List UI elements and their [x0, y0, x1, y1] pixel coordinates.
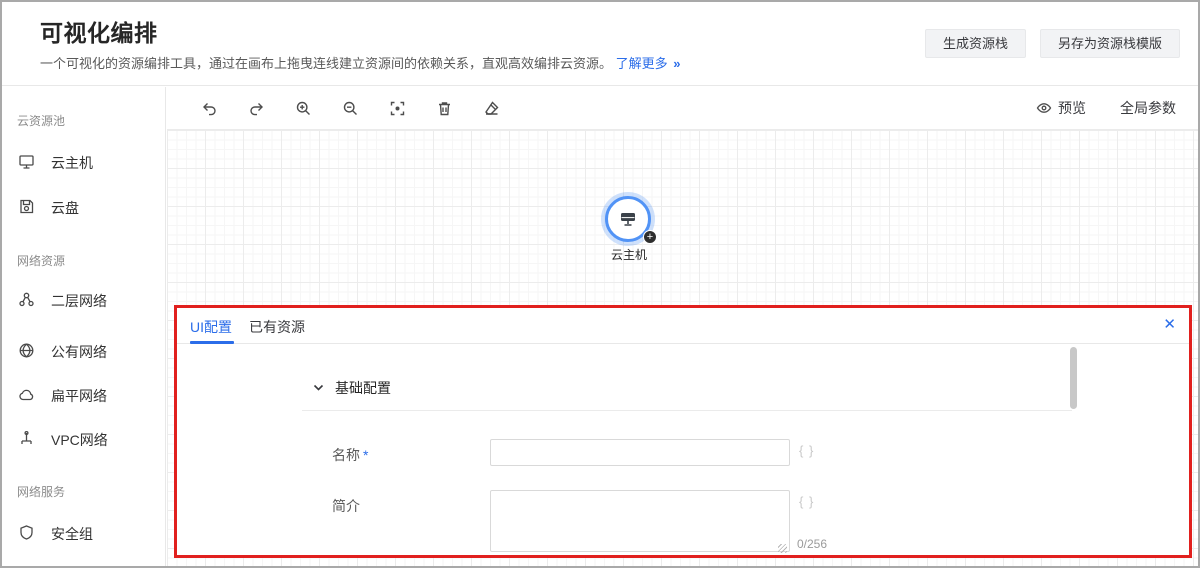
close-icon[interactable]: ✕: [1163, 316, 1176, 334]
sidebar-item-label: 二层网络: [51, 291, 107, 311]
canvas-toolbar: 预览 全局参数: [167, 87, 1198, 130]
public-network-icon: [18, 342, 35, 359]
zoom-out-icon[interactable]: [342, 100, 359, 117]
char-counter: 0/256: [797, 537, 827, 551]
panel-tabbar: UI配置 已有资源 ✕: [177, 308, 1189, 344]
sidebar-item-cloud-disk[interactable]: 云盘: [2, 196, 166, 218]
preview-label: 预览: [1058, 98, 1086, 118]
sidebar-item-label: 公有网络: [51, 342, 107, 362]
canvas-node-cloud-host[interactable]: + 云主机: [603, 194, 655, 264]
vpc-network-icon: [18, 430, 35, 447]
header-actions: 生成资源栈 另存为资源栈模版: [925, 29, 1180, 58]
preview-button[interactable]: 预览: [1036, 98, 1086, 118]
clear-canvas-icon[interactable]: [483, 100, 500, 117]
app-window: 可视化编排 一个可视化的资源编排工具，通过在画布上拖曳连线建立资源间的依赖关系，…: [0, 0, 1200, 568]
sidebar-item-label: 安全组: [51, 524, 93, 544]
tab-ui-config[interactable]: UI配置: [190, 317, 232, 337]
sidebar-item-cloud-host[interactable]: 云主机: [2, 151, 166, 173]
name-input[interactable]: [490, 439, 790, 466]
section-title-network-resource: 网络资源: [17, 252, 65, 269]
l2-network-icon: [18, 291, 35, 308]
name-field-label: 名称*: [332, 445, 368, 465]
panel-scrollbar-thumb[interactable]: [1070, 347, 1077, 409]
required-mark: *: [363, 447, 368, 463]
eye-icon: [1036, 100, 1052, 116]
section-basic-config[interactable]: 基础配置: [302, 365, 1072, 411]
node-add-badge[interactable]: +: [643, 230, 657, 244]
flat-network-icon: [18, 386, 35, 403]
description-param-braces-icon[interactable]: { }: [799, 494, 814, 509]
toolbar-right: 预览 全局参数: [1036, 98, 1198, 118]
sidebar-item-vpc-network[interactable]: VPC网络: [2, 428, 166, 450]
learn-more-link[interactable]: 了解更多: [616, 56, 668, 71]
sidebar-item-label: VPC网络: [51, 430, 108, 450]
sidebar-item-label: 云盘: [51, 198, 79, 218]
description-textarea[interactable]: [490, 490, 790, 552]
host-node-icon: [617, 208, 639, 230]
undo-icon[interactable]: [201, 100, 218, 117]
save-as-template-button[interactable]: 另存为资源栈模版: [1040, 29, 1180, 58]
delete-icon[interactable]: [436, 100, 453, 117]
zoom-in-icon[interactable]: [295, 100, 312, 117]
resource-sidebar: 云资源池 云主机 云盘 网络资源 二层网络 公有网络: [2, 87, 166, 566]
node-label: 云主机: [593, 246, 665, 263]
description-field-label: 简介: [332, 496, 360, 516]
chevron-down-icon: [312, 381, 325, 394]
disk-icon: [18, 198, 35, 215]
sidebar-item-l2-network[interactable]: 二层网络: [2, 289, 166, 311]
redo-icon[interactable]: [248, 100, 265, 117]
global-params-button[interactable]: 全局参数: [1120, 98, 1176, 118]
sidebar-item-label: 云主机: [51, 153, 93, 173]
sidebar-item-flat-network[interactable]: 扁平网络: [2, 384, 166, 406]
section-title: 基础配置: [335, 378, 391, 398]
sidebar-item-security-group[interactable]: 安全组: [2, 522, 166, 544]
security-group-icon: [18, 524, 35, 541]
subtitle-text: 一个可视化的资源编排工具，通过在画布上拖曳连线建立资源间的依赖关系，直观高效编排…: [40, 56, 612, 71]
section-title-cloud-pool: 云资源池: [17, 112, 65, 129]
config-panel: UI配置 已有资源 ✕ 基础配置 名称* { } 简介 { } 0/256: [174, 305, 1192, 558]
double-chevron-icon[interactable]: »: [673, 56, 680, 71]
section-title-network-service: 网络服务: [17, 483, 65, 500]
active-tab-underline: [190, 341, 234, 344]
textarea-resize-handle[interactable]: [778, 544, 787, 553]
page-header: 可视化编排 一个可视化的资源编排工具，通过在画布上拖曳连线建立资源间的依赖关系，…: [2, 2, 1198, 86]
page-title: 可视化编排: [40, 14, 158, 48]
page-subtitle: 一个可视化的资源编排工具，通过在画布上拖曳连线建立资源间的依赖关系，直观高效编排…: [40, 53, 681, 72]
host-icon: [18, 153, 35, 170]
tab-existing-resource[interactable]: 已有资源: [249, 317, 305, 337]
sidebar-item-public-network[interactable]: 公有网络: [2, 340, 166, 362]
sidebar-item-label: 扁平网络: [51, 386, 107, 406]
generate-stack-button[interactable]: 生成资源栈: [925, 29, 1026, 58]
name-param-braces-icon[interactable]: { }: [799, 443, 814, 458]
fit-view-icon[interactable]: [389, 100, 406, 117]
